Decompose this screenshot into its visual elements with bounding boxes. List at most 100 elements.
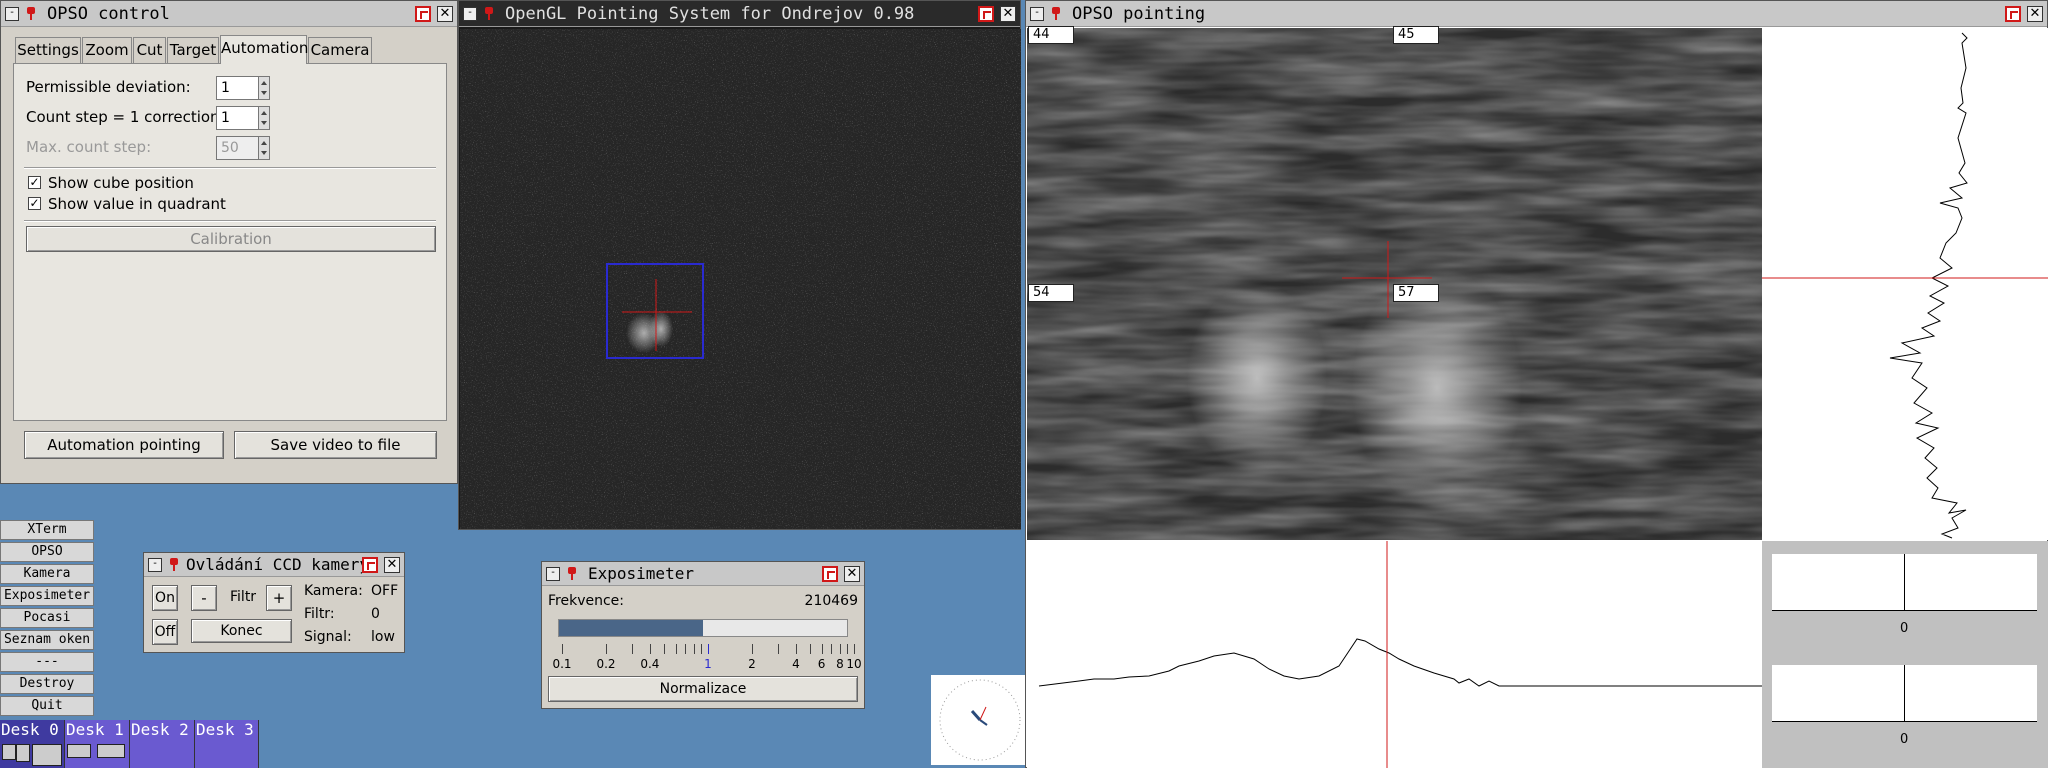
tab-panel: Permissible deviation: 1 Count step = 1 …	[13, 63, 447, 421]
close-icon[interactable]: ✕	[844, 565, 860, 582]
count-step-field[interactable]: 1	[216, 106, 260, 130]
meter-zero-line	[1904, 554, 1905, 611]
taskbar-pocasi-button[interactable]: Pocasi	[0, 608, 94, 628]
max-count-step-field[interactable]: 50	[216, 136, 260, 160]
frequency-value: 210469	[804, 593, 858, 609]
camera-off-button[interactable]: Off	[152, 619, 178, 645]
pin-icon[interactable]	[1050, 6, 1062, 21]
filter-status-value: 0	[371, 606, 380, 622]
scale-label: 10	[846, 657, 862, 671]
filter-plus-button[interactable]: +	[266, 585, 292, 611]
scale-tick	[693, 644, 695, 654]
automation-pointing-button[interactable]: Automation pointing	[24, 431, 224, 459]
tab-camera[interactable]: Camera	[308, 37, 372, 63]
pin-icon[interactable]	[483, 6, 495, 21]
filter-label: Filtr	[230, 589, 257, 605]
scale-tick	[675, 644, 677, 654]
maximize-icon[interactable]	[822, 565, 838, 582]
kamera-status-label: Kamera:	[304, 583, 363, 599]
konec-button[interactable]: Konec	[191, 619, 292, 643]
desk-2[interactable]: Desk 2	[130, 720, 195, 768]
taskbar-xterm-button[interactable]: XTerm	[0, 520, 94, 540]
opengl-titlebar[interactable]: - OpenGL Pointing System for Ondrejov 0.…	[459, 1, 1020, 27]
calibration-button[interactable]: Calibration	[26, 226, 436, 252]
tab-settings[interactable]: Settings	[15, 37, 81, 63]
scale-label: 4	[792, 657, 800, 671]
exposure-level-fill	[559, 620, 703, 636]
scale-label: 2	[748, 657, 756, 671]
separator	[24, 167, 436, 169]
minimize-icon[interactable]: -	[1030, 6, 1044, 21]
taskbar-quit-button[interactable]: Quit	[0, 696, 94, 716]
vertical-profile-line	[1889, 32, 1968, 539]
close-icon[interactable]: ✕	[2027, 5, 2043, 22]
close-icon[interactable]: ✕	[1000, 5, 1016, 22]
tab-automation[interactable]: Automation	[220, 35, 308, 64]
scale-tick	[821, 644, 823, 654]
scale-label: 0.2	[596, 657, 616, 671]
quadrant-value-bottom-left: 54	[1028, 284, 1074, 302]
permissible-deviation-field[interactable]: 1	[216, 76, 260, 100]
window-title: OPSO pointing	[1072, 3, 1206, 24]
close-icon[interactable]: ✕	[437, 5, 453, 22]
star-blob	[649, 311, 673, 347]
scale-tick	[752, 644, 753, 654]
scale-tick	[606, 644, 607, 654]
star-field-view[interactable]	[460, 29, 1021, 529]
scale-label: 8	[836, 657, 844, 671]
ccd-titlebar[interactable]: - Ovládání CCD kamery ✕	[144, 553, 404, 577]
count-step-spinner[interactable]	[258, 106, 270, 130]
quadrant-meter-top	[1772, 554, 2037, 611]
meter-zero-label-top: 0	[1900, 621, 1909, 636]
taskbar-separator: ---	[0, 652, 94, 672]
minimize-icon[interactable]: -	[148, 557, 162, 572]
desk-thumb	[16, 744, 30, 762]
desk-1[interactable]: Desk 1	[65, 720, 130, 768]
pin-icon[interactable]	[25, 6, 37, 21]
maximize-icon[interactable]	[362, 556, 378, 573]
tab-cut[interactable]: Cut	[133, 37, 166, 63]
exposimeter-titlebar[interactable]: - Exposimeter ✕	[542, 562, 864, 586]
minimize-icon[interactable]: -	[546, 566, 560, 581]
show-value-checkbox[interactable]: ✓	[28, 197, 41, 210]
opso-pointing-window: - OPSO pointing ✕ 44 45 54 57 0 0	[1025, 0, 2048, 768]
quadrant-value-top-right: 45	[1393, 26, 1439, 44]
desk-thumb	[67, 744, 91, 758]
opso-pointing-titlebar[interactable]: - OPSO pointing ✕	[1026, 1, 2047, 27]
window-title: OPSO control	[47, 3, 170, 24]
save-video-button[interactable]: Save video to file	[234, 431, 437, 459]
taskbar-opso-button[interactable]: OPSO	[0, 542, 94, 562]
scale-label: 1	[704, 657, 712, 671]
pin-icon[interactable]	[168, 557, 180, 572]
pin-icon[interactable]	[566, 566, 578, 581]
minimize-icon[interactable]: -	[5, 6, 19, 21]
max-count-step-spinner[interactable]	[258, 136, 270, 160]
desk-0[interactable]: Desk 0	[0, 720, 65, 768]
tab-target[interactable]: Target	[167, 37, 219, 63]
show-cube-checkbox[interactable]: ✓	[28, 176, 41, 189]
camera-on-button[interactable]: On	[152, 585, 178, 611]
meter-zero-label-bottom: 0	[1900, 732, 1909, 747]
maximize-icon[interactable]	[415, 5, 431, 22]
close-icon[interactable]: ✕	[384, 556, 400, 573]
count-step-label: Count step = 1 correction:	[26, 108, 225, 126]
taskbar-destroy-button[interactable]: Destroy	[0, 674, 94, 694]
permissible-deviation-spinner[interactable]	[258, 76, 270, 100]
desk-3[interactable]: Desk 3	[195, 720, 259, 768]
maximize-icon[interactable]	[978, 5, 994, 22]
opso-control-titlebar[interactable]: - OPSO control ✕	[1, 1, 457, 27]
tab-zoom[interactable]: Zoom	[82, 37, 132, 63]
horizontal-profile-line	[1038, 638, 1762, 687]
taskbar-exposimeter-button[interactable]: Exposimeter	[0, 586, 94, 606]
filter-minus-button[interactable]: -	[191, 585, 217, 611]
taskbar-window-list-button[interactable]: Seznam oken	[0, 630, 94, 650]
quadrant-value-bottom-right: 57	[1393, 284, 1439, 302]
normalize-button[interactable]: Normalizace	[548, 676, 858, 702]
maximize-icon[interactable]	[2005, 5, 2021, 22]
minimize-icon[interactable]: -	[463, 6, 477, 21]
scale-tick	[708, 644, 709, 654]
taskbar-kamera-button[interactable]: Kamera	[0, 564, 94, 584]
max-count-step-label: Max. count step:	[26, 138, 152, 156]
clock-minute-hand	[979, 719, 988, 726]
star-blob	[1187, 283, 1327, 473]
